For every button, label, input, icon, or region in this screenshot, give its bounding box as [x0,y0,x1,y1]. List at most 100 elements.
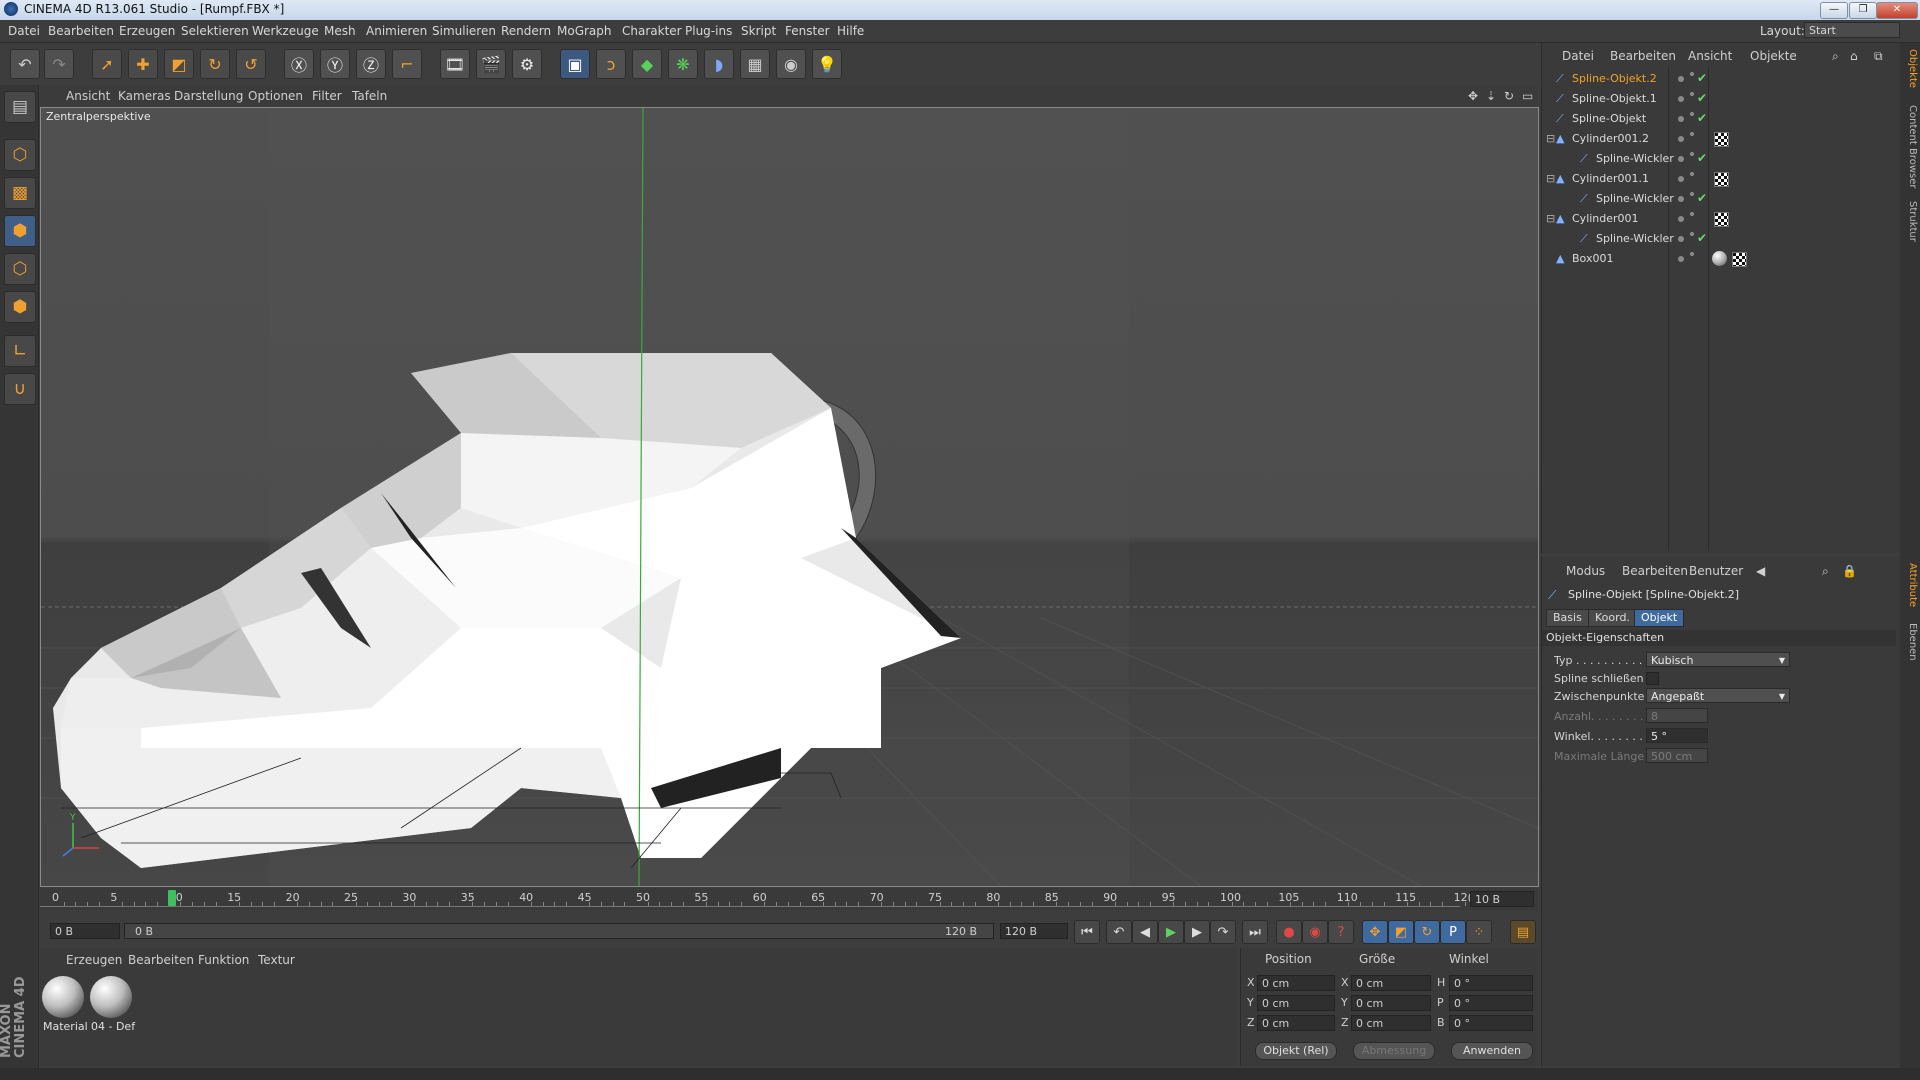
pos-z-field[interactable]: 0 cm [1257,1015,1335,1031]
expand-toggle-icon[interactable]: ⊟ [1546,172,1555,185]
close-button[interactable]: ✕ [1876,2,1918,19]
polygons-mode-icon[interactable]: ⬢ [4,291,36,323]
edges-mode-icon[interactable]: ⬡ [4,253,36,285]
start-frame-field[interactable]: 0 B [50,923,120,939]
vp-menu-darstellung[interactable]: Darstellung [174,89,243,103]
vtab-content-browser[interactable]: Content Browser [1902,105,1918,195]
object-row[interactable]: ⟋ Spline-Wickler ✔ [1542,149,1896,169]
pos-y-field[interactable]: 0 cm [1257,995,1335,1011]
rotate-icon[interactable]: ↻ [200,49,230,79]
prev-key-icon[interactable]: ↶ [1106,920,1132,944]
undo-icon[interactable]: ↶ [10,49,40,79]
render-visibility-dot[interactable] [1690,192,1694,196]
object-row[interactable]: ⟋ Spline-Objekt.2 ✔ [1542,69,1896,89]
obj-new-window-icon[interactable]: ⧉ [1874,49,1883,64]
enabled-check-icon[interactable]: ✔ [1697,151,1707,165]
maximize-button[interactable]: ❐ [1849,2,1877,19]
apply-button[interactable]: Anwenden [1451,1042,1533,1060]
size-mode-dropdown[interactable]: Abmessung [1353,1042,1435,1060]
rot-h-field[interactable]: 0 ° [1449,975,1533,991]
render-visibility-dot[interactable] [1690,212,1694,216]
editor-visibility-dot[interactable] [1678,216,1684,222]
enabled-check-icon[interactable]: ✔ [1697,191,1707,205]
texture-tag-icon[interactable] [1714,132,1729,147]
expand-toggle-icon[interactable]: ⊟ [1546,132,1555,145]
vtab-struktur[interactable]: Struktur [1902,201,1918,251]
vp-menu-optionen[interactable]: Optionen [248,89,303,103]
recent-tool-icon[interactable]: ↺ [236,49,266,79]
prev-frame-icon[interactable]: ◀ [1132,920,1158,944]
menu-skript[interactable]: Skript [741,24,776,38]
vp-maximize-icon[interactable]: ▭ [1522,89,1533,103]
menu-bearbeiten[interactable]: Bearbeiten [48,24,114,38]
intermediate-dropdown[interactable]: Angepaßt ▼ [1646,688,1790,703]
obj-menu-ansicht[interactable]: Ansicht [1688,49,1732,63]
live-selection-icon[interactable]: ➚ [92,49,122,79]
obj-menu-objekte[interactable]: Objekte [1750,49,1797,63]
object-row[interactable]: ⟋ Spline-Wickler ✔ [1542,189,1896,209]
close-spline-checkbox[interactable] [1646,672,1659,685]
editor-visibility-dot[interactable] [1678,96,1684,102]
vtab-objekte[interactable]: Objekte [1902,49,1918,99]
menu-fenster[interactable]: Fenster [785,24,830,38]
render-visibility-dot[interactable] [1690,252,1694,256]
attr-back-icon[interactable]: ◀ [1756,564,1765,578]
attr-menu-modus[interactable]: Modus [1566,564,1605,578]
editor-visibility-dot[interactable] [1678,156,1684,162]
enabled-check-icon[interactable]: ✔ [1697,71,1707,85]
layout-dropdown[interactable]: Start [1804,22,1900,38]
obj-search-icon[interactable]: ⌕ [1832,49,1839,64]
mat-menu-bearbeiten[interactable]: Bearbeiten [128,953,194,967]
next-frame-icon[interactable]: ▶ [1184,920,1210,944]
size-z-field[interactable]: 0 cm [1351,1015,1431,1031]
scale-icon[interactable]: ◩ [164,49,194,79]
attr-menu-benutzer[interactable]: Benutzer [1689,564,1743,578]
object-row[interactable]: ⟋ Spline-Objekt ✔ [1542,109,1896,129]
vp-menu-filter[interactable]: Filter [312,89,342,103]
render-visibility-dot[interactable] [1690,152,1694,156]
play-icon[interactable]: ▶ [1158,920,1184,944]
object-row[interactable]: ▲ Box001 [1542,249,1896,269]
array-icon[interactable]: ❋ [668,49,698,79]
object-row[interactable]: ⊟ ▲ Cylinder001.2 [1542,129,1896,149]
vp-menu-kameras[interactable]: Kameras [118,89,171,103]
object-row[interactable]: ⊟ ▲ Cylinder001.1 [1542,169,1896,189]
spline-pen-icon[interactable]: ↄ [596,49,626,79]
move-icon[interactable]: ✚ [128,49,158,79]
rot-b-field[interactable]: 0 ° [1449,1015,1533,1031]
light-icon[interactable]: 💡 [812,49,842,79]
subdivision-icon[interactable]: ◆ [632,49,662,79]
vp-zoom-icon[interactable]: ⇣ [1486,89,1496,103]
timeline-window-icon[interactable]: ▤ [1510,920,1536,944]
typ-dropdown[interactable]: Kubisch ▼ [1646,652,1790,667]
record-icon[interactable]: ● [1276,920,1302,944]
coordinate-system-icon[interactable]: ⌐ [392,49,422,79]
current-frame-field[interactable]: 10 B [1470,891,1534,907]
axis-mode-icon[interactable]: ∟ [4,335,36,367]
render-picture-viewer-icon[interactable]: 🎬 [476,49,506,79]
floor-icon[interactable]: ▦ [740,49,770,79]
material-swatch-2[interactable] [90,976,132,1018]
keyframe-selection-icon[interactable]: ? [1328,920,1354,944]
make-editable-icon[interactable]: ▤ [4,91,36,123]
playhead[interactable] [168,890,176,906]
object-row[interactable]: ⟋ Spline-Objekt.1 ✔ [1542,89,1896,109]
minimize-button[interactable]: — [1820,2,1848,19]
enabled-check-icon[interactable]: ✔ [1697,231,1707,245]
coord-mode-dropdown[interactable]: Objekt (Rel) [1255,1042,1337,1060]
key-parameter-icon[interactable]: P [1440,920,1466,944]
editor-visibility-dot[interactable] [1678,176,1684,182]
menu-hilfe[interactable]: Hilfe [837,24,864,38]
texture-tag-icon[interactable] [1714,212,1729,227]
render-visibility-dot[interactable] [1690,132,1694,136]
z-axis-lock-icon[interactable]: Ⓩ [356,49,386,79]
vp-menu-ansicht[interactable]: Ansicht [66,89,110,103]
menu-charakter[interactable]: Charakter [622,24,682,38]
texture-tag-icon[interactable] [1714,172,1729,187]
key-points-icon[interactable]: ⁘ [1466,920,1492,944]
goto-start-icon[interactable]: ⏮ [1074,920,1100,944]
obj-menu-datei[interactable]: Datei [1562,49,1594,63]
menu-plugins[interactable]: Plug-ins [685,24,732,38]
attr-search-icon[interactable]: ⌕ [1822,564,1829,579]
render-visibility-dot[interactable] [1690,92,1694,96]
